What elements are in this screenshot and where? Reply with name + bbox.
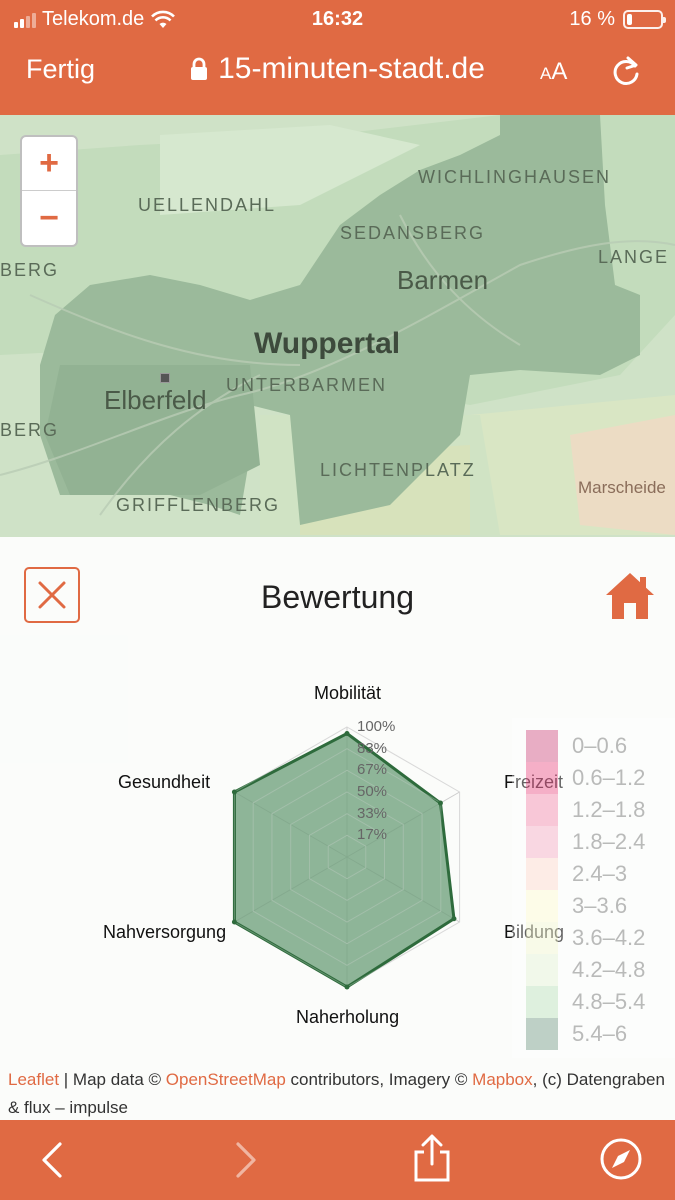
legend-item: 0.6–1.2	[526, 762, 645, 794]
radar-tick-label: 83%	[357, 740, 388, 757]
radar-axis-label: Naherholung	[296, 1007, 400, 1027]
legend-label: 1.8–2.4	[572, 829, 646, 854]
legend-label: 4.8–5.4	[572, 989, 646, 1014]
radar-axis-label: Nahversorgung	[103, 922, 227, 942]
radar-tick-label: 100%	[357, 718, 396, 735]
radar-axis-label: Mobilität	[314, 683, 382, 703]
radar-axis-label: Gesundheit	[118, 772, 211, 792]
radar-tick-label: 67%	[357, 761, 388, 778]
legend-label: 1.2–1.8	[572, 797, 646, 822]
legend-item: 0–0.6	[526, 730, 627, 762]
radar-tick-label: 33%	[357, 805, 388, 822]
map-legend: 0–0.6 0.6–1.2 1.2–1.8 1.8–2.4 2.4–3 3–3.6 3.6–…	[512, 718, 675, 1058]
legend-label: 0.6–1.2	[572, 765, 646, 790]
legend-label: 3.6–4.2	[572, 925, 646, 950]
forward-icon[interactable]	[222, 1138, 266, 1182]
radar-point	[231, 789, 237, 795]
radar-point	[437, 800, 443, 806]
legend-item: 4.2–4.8	[526, 954, 645, 986]
share-icon[interactable]	[410, 1134, 454, 1184]
radar-tick-label: 50%	[357, 783, 388, 800]
legend-swatch	[526, 826, 558, 858]
attribution: Leaflet | Map data © OpenStreetMap contr…	[8, 1066, 668, 1122]
compass-icon[interactable]	[598, 1136, 644, 1182]
legend-item: 3.6–4.2	[526, 922, 645, 954]
legend-label: 0–0.6	[572, 733, 628, 758]
legend-swatch	[526, 986, 558, 1018]
legend-item: 1.8–2.4	[526, 826, 645, 858]
legend-swatch	[526, 794, 558, 826]
legend-swatch	[526, 858, 558, 890]
legend-item: 3–3.6	[526, 890, 627, 922]
legend-swatch	[526, 890, 558, 922]
radar-point	[451, 916, 457, 922]
legend-label: 2.4–3	[572, 861, 628, 886]
leaflet-link[interactable]: Leaflet	[8, 1070, 59, 1089]
legend-item: 1.2–1.8	[526, 794, 645, 826]
legend-item: 5.4–6	[526, 1018, 627, 1050]
attribution-sep: | Map data ©	[59, 1070, 166, 1089]
legend-label: 3–3.6	[572, 893, 628, 918]
legend-label: 4.2–4.8	[572, 957, 646, 982]
mapbox-link[interactable]: Mapbox	[472, 1070, 532, 1089]
legend-item: 4.8–5.4	[526, 986, 645, 1018]
legend-label: 5.4–6	[572, 1021, 628, 1046]
legend-swatch	[526, 730, 558, 762]
osm-link[interactable]: OpenStreetMap	[166, 1070, 286, 1089]
legend-swatch	[526, 1018, 558, 1050]
browser-bottom-bar	[0, 1120, 675, 1200]
legend-swatch	[526, 922, 558, 954]
radar-tick-label: 17%	[357, 826, 388, 843]
radar-point	[231, 919, 237, 925]
radar-point	[344, 984, 350, 990]
back-icon[interactable]	[32, 1138, 76, 1182]
radar-point	[344, 731, 350, 736]
legend-swatch	[526, 762, 558, 794]
legend-swatch	[526, 954, 558, 986]
attribution-mid: contributors, Imagery ©	[285, 1070, 473, 1089]
legend-item: 2.4–3	[526, 858, 627, 890]
